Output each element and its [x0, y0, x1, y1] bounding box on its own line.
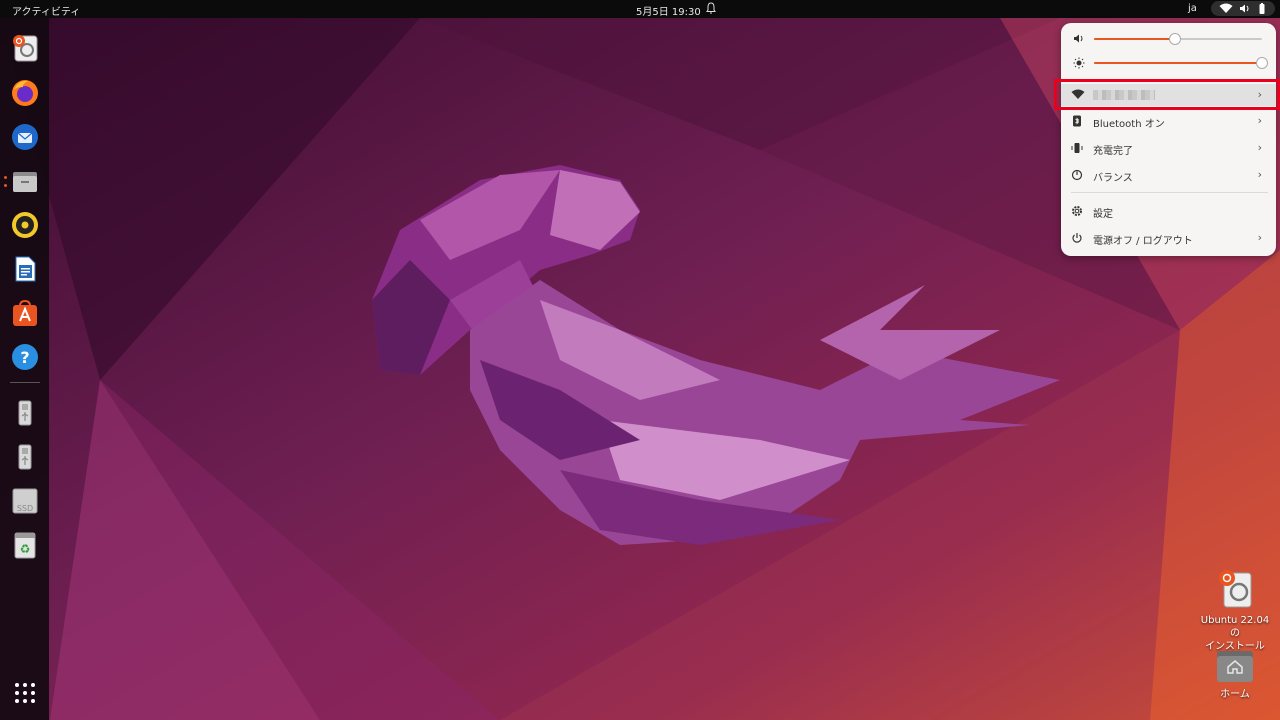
wifi-icon — [1219, 3, 1233, 13]
desktop-installer-shortcut[interactable]: Ubuntu 22.04 の インストール — [1195, 568, 1275, 653]
volume-icon — [1074, 34, 1083, 43]
bluetooth-menu-item[interactable]: Bluetooth オン › — [1061, 110, 1276, 132]
notification-bell-icon[interactable] — [705, 1, 717, 15]
thunderbird-icon — [11, 123, 38, 150]
dock-libreoffice-writer[interactable] — [8, 252, 41, 285]
brightness-slider-knob[interactable] — [1256, 57, 1268, 69]
power-mode-menu-item[interactable]: バランス › — [1061, 164, 1276, 186]
battery-menu-item[interactable]: 充電完了 › — [1061, 137, 1276, 159]
chevron-right-icon: › — [1257, 231, 1262, 244]
dock-app-center[interactable] — [8, 296, 41, 329]
firefox-icon — [11, 79, 38, 106]
brightness-icon — [1073, 57, 1085, 69]
clock[interactable]: 5月5日 19:30 — [636, 3, 701, 18]
svg-text:♻: ♻ — [19, 542, 30, 556]
dock-trash[interactable]: ♻ — [8, 528, 41, 561]
svg-text:?: ? — [20, 348, 29, 367]
battery-icon — [1259, 3, 1265, 14]
desktop-home-folder[interactable]: ホーム — [1195, 648, 1275, 701]
app-center-icon — [12, 299, 37, 326]
activities-button[interactable]: アクティビティ — [12, 3, 80, 18]
installer-label-line1: Ubuntu 22.04 の — [1200, 615, 1270, 639]
power-icon — [1072, 233, 1082, 243]
home-folder-icon — [1217, 651, 1253, 682]
highlight-box — [1054, 79, 1280, 110]
svg-text:SSD: SSD — [16, 504, 32, 513]
dock-firefox[interactable] — [8, 76, 41, 109]
bluetooth-label: Bluetooth オン — [1093, 119, 1165, 130]
power-off-label: 電源オフ / ログアウト — [1093, 236, 1193, 247]
dock-ubuntu-installer[interactable] — [8, 31, 41, 64]
usb-drive-icon — [18, 400, 31, 425]
ssd-icon: SSD — [12, 488, 37, 513]
battery-label: 充電完了 — [1093, 146, 1133, 157]
power-mode-icon — [1071, 169, 1083, 181]
home-folder-label: ホーム — [1220, 689, 1250, 700]
show-apps-icon — [14, 682, 35, 703]
volume-slider[interactable] — [1061, 31, 1276, 47]
chevron-right-icon: › — [1257, 114, 1262, 127]
rhythmbox-icon — [11, 211, 38, 238]
quick-settings-panel: › Bluetooth オン › 充電完了 › バランス › 設定 電源オフ /… — [1061, 23, 1276, 256]
volume-icon — [1240, 4, 1249, 13]
dock-thunderbird[interactable] — [8, 120, 41, 153]
dock: ? SSD ♻ — [0, 18, 49, 720]
ubuntu-installer-icon — [12, 34, 37, 61]
ubuntu-installer-icon — [1219, 570, 1252, 608]
bluetooth-icon — [1073, 115, 1081, 127]
libreoffice-writer-icon — [15, 256, 35, 281]
battery-icon — [1071, 143, 1083, 153]
power-off-menu-item[interactable]: 電源オフ / ログアウト › — [1061, 227, 1276, 249]
dock-usb-drive-2[interactable] — [8, 440, 41, 473]
brightness-slider[interactable] — [1061, 55, 1276, 71]
usb-drive-icon — [18, 444, 31, 469]
show-apps-button[interactable] — [8, 676, 41, 709]
power-mode-label: バランス — [1093, 173, 1133, 184]
chevron-right-icon: › — [1257, 141, 1262, 154]
volume-slider-knob[interactable] — [1168, 33, 1181, 45]
system-status-menu[interactable] — [1211, 1, 1275, 16]
dock-rhythmbox[interactable] — [8, 208, 41, 241]
settings-label: 設定 — [1093, 209, 1113, 220]
settings-menu-item[interactable]: 設定 — [1061, 200, 1276, 222]
input-method-indicator[interactable]: ja — [1188, 3, 1197, 14]
gear-icon — [1072, 206, 1082, 216]
files-icon — [12, 171, 37, 192]
chevron-right-icon: › — [1257, 168, 1262, 181]
dock-ssd[interactable]: SSD — [8, 484, 41, 517]
help-icon: ? — [11, 343, 38, 370]
dock-help[interactable]: ? — [8, 340, 41, 373]
top-bar: アクティビティ 5月5日 19:30 ja — [0, 0, 1280, 18]
trash-icon: ♻ — [14, 532, 35, 558]
dock-files[interactable] — [8, 164, 41, 197]
dock-usb-drive-1[interactable] — [8, 396, 41, 429]
